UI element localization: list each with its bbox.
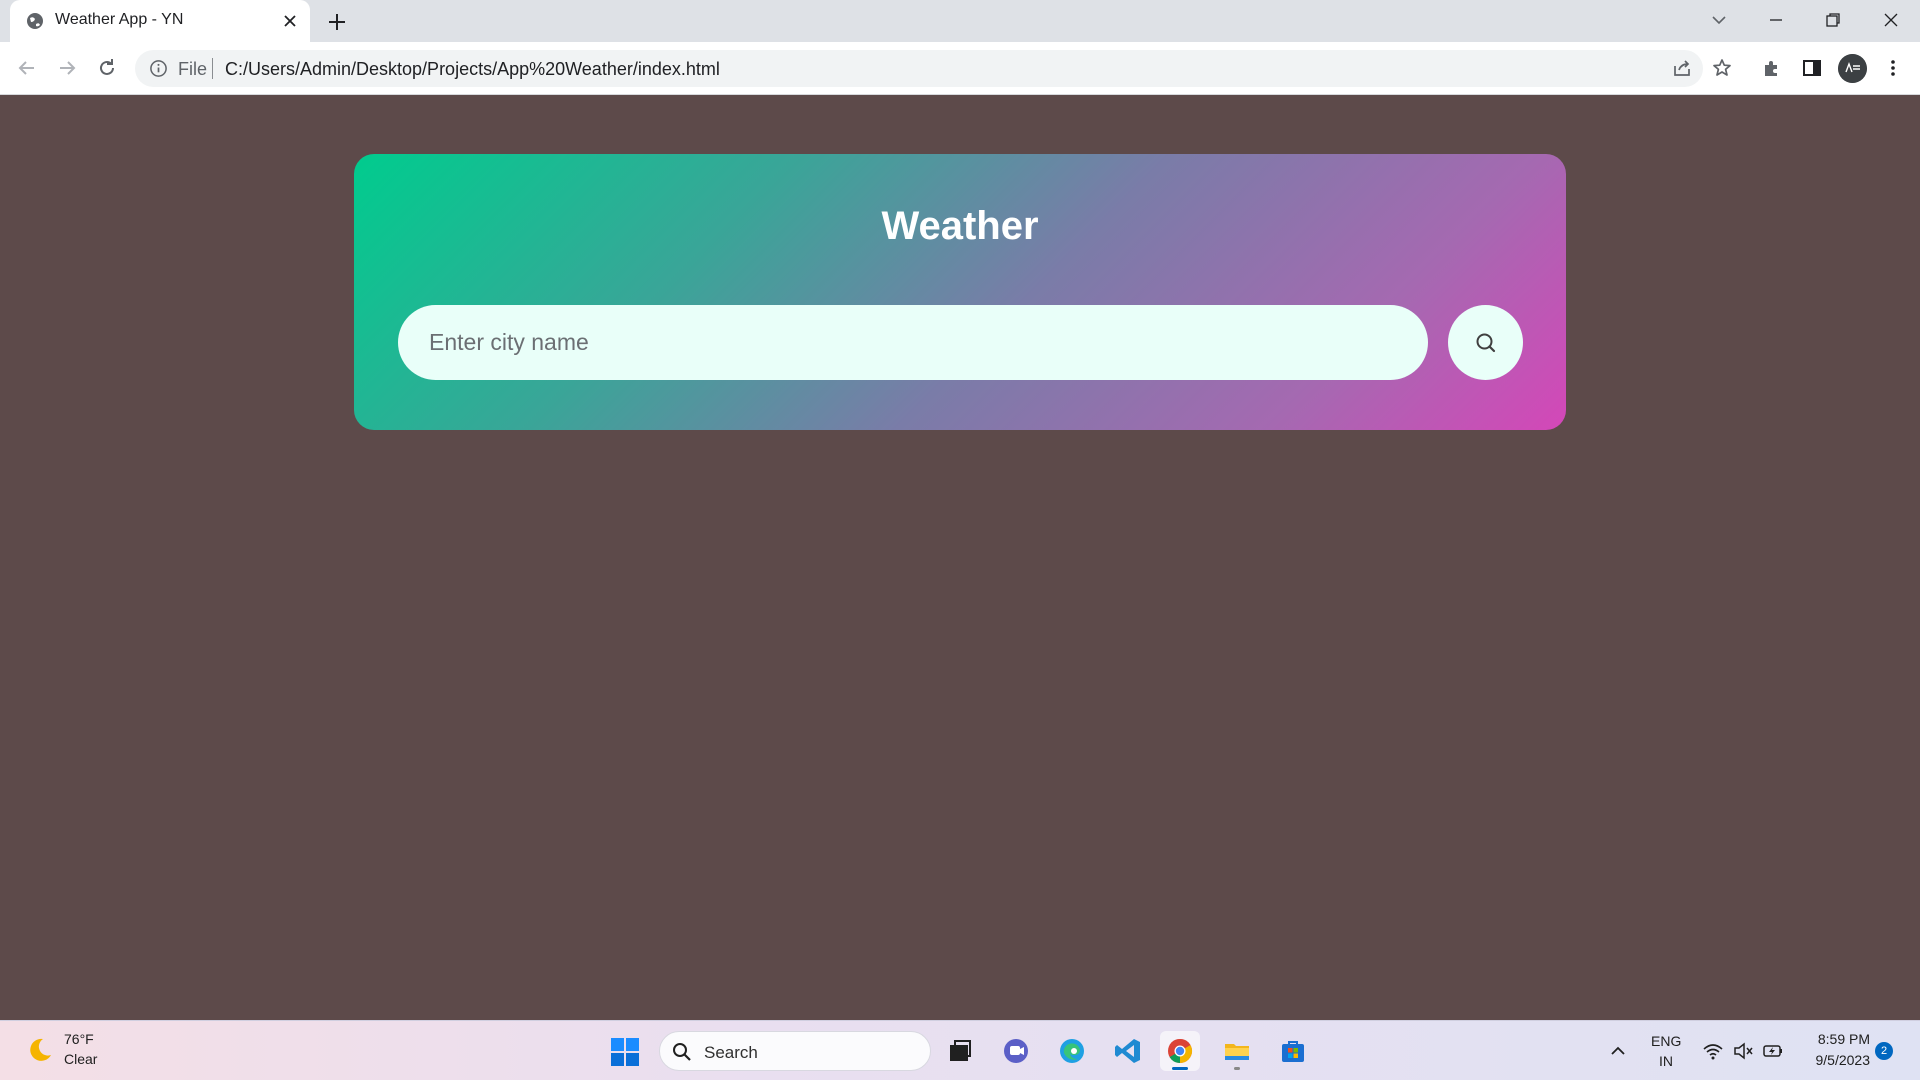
vscode-icon[interactable] [1108, 1031, 1148, 1071]
clock-time[interactable]: 8:59 PM [1800, 1031, 1870, 1047]
speaker-muted-icon[interactable] [1732, 1040, 1754, 1062]
wifi-icon[interactable] [1702, 1040, 1724, 1062]
browser-tab-strip: Weather App - YN [0, 0, 1920, 42]
edge-browser-icon[interactable] [1052, 1031, 1092, 1071]
search-icon [673, 1043, 691, 1061]
address-bar[interactable]: File C:/Users/Admin/Desktop/Projects/App… [135, 50, 1703, 87]
taskbar-search-label: Search [704, 1043, 758, 1062]
forward-arrow-icon[interactable] [55, 56, 79, 80]
windows-taskbar: 76°F Clear Search ENG IN 8:59 PM 9/5/202… [0, 1020, 1920, 1080]
side-panel-icon[interactable] [1800, 56, 1824, 80]
reload-icon[interactable] [95, 56, 119, 80]
weather-card: Weather [354, 154, 1566, 430]
battery-charging-icon[interactable] [1762, 1040, 1784, 1062]
microsoft-store-icon[interactable] [1273, 1031, 1313, 1071]
browser-toolbar: File C:/Users/Admin/Desktop/Projects/App… [0, 42, 1920, 95]
active-app-indicator [1172, 1067, 1188, 1070]
taskbar-search[interactable]: Search [659, 1031, 931, 1071]
url-scheme-label: File [178, 59, 208, 79]
close-tab-icon[interactable] [280, 11, 300, 31]
chrome-icon[interactable] [1160, 1031, 1200, 1071]
info-icon[interactable] [149, 59, 168, 78]
browser-tab[interactable]: Weather App - YN [10, 0, 310, 42]
weather-temperature: 76°F [64, 1031, 94, 1047]
minimize-icon[interactable] [1764, 8, 1788, 32]
tab-search-chevron-icon[interactable] [1707, 8, 1731, 32]
globe-icon [25, 11, 45, 31]
bookmark-star-icon[interactable] [1710, 56, 1734, 80]
show-hidden-icons-chevron-icon[interactable] [1607, 1040, 1629, 1062]
windows-start-icon[interactable] [610, 1037, 640, 1067]
input-language[interactable]: ENG [1651, 1033, 1681, 1049]
teams-chat-icon[interactable] [996, 1031, 1036, 1071]
close-window-icon[interactable] [1879, 8, 1903, 32]
moon-icon [24, 1035, 54, 1065]
back-arrow-icon[interactable] [15, 56, 39, 80]
file-explorer-icon[interactable] [1217, 1031, 1257, 1071]
notification-badge[interactable]: 2 [1875, 1042, 1893, 1060]
extensions-puzzle-icon[interactable] [1760, 56, 1784, 80]
restore-icon[interactable] [1821, 8, 1845, 32]
weather-condition: Clear [64, 1051, 98, 1067]
url-separator [212, 58, 213, 79]
search-button[interactable] [1448, 305, 1523, 380]
url-text[interactable]: C:/Users/Admin/Desktop/Projects/App%20We… [225, 59, 720, 80]
city-search-input[interactable] [398, 305, 1428, 380]
profile-avatar[interactable] [1838, 54, 1867, 83]
running-app-dot [1234, 1067, 1240, 1070]
more-menu-icon[interactable] [1881, 56, 1905, 80]
tab-title: Weather App - YN [55, 11, 184, 28]
task-view-icon[interactable] [940, 1031, 980, 1071]
clock-date[interactable]: 9/5/2023 [1800, 1052, 1871, 1068]
input-region[interactable]: IN [1651, 1053, 1681, 1069]
new-tab-icon[interactable] [325, 10, 349, 34]
app-title: Weather [881, 204, 1039, 248]
share-icon[interactable] [1670, 56, 1694, 80]
